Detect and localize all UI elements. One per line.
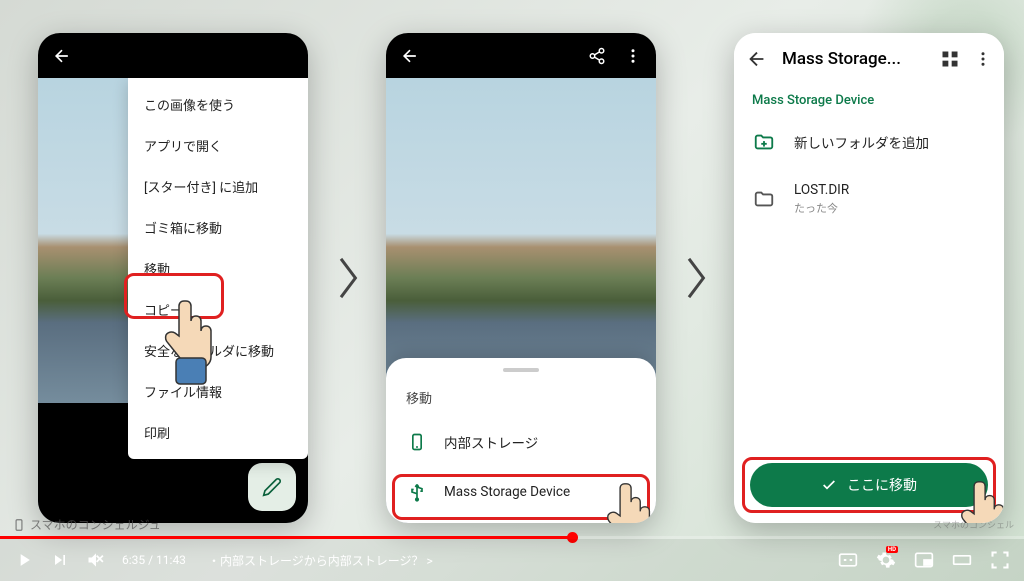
more-icon[interactable] [624, 47, 642, 65]
phone3-title: Mass Storage... [782, 49, 926, 69]
back-icon[interactable] [400, 46, 420, 66]
settings-icon[interactable]: HD [876, 550, 896, 570]
watermark: スマホのコンシェルジュ [12, 516, 161, 533]
folder-name: LOST.DIR [794, 182, 849, 198]
phone1-body: この画像を使う アプリで開く [スター付き] に追加 ゴミ箱に移動 移動 コピー… [38, 78, 308, 523]
more-icon[interactable] [974, 50, 992, 68]
new-folder-row[interactable]: 新しいフォルダを追加 [734, 116, 1004, 168]
edit-fab[interactable] [248, 463, 296, 511]
menu-copy[interactable]: コピー [128, 289, 308, 330]
chapter-title[interactable]: ・内部ストレージから内部ストレージ？ > [208, 552, 433, 569]
menu-open-with[interactable]: アプリで開く [128, 125, 308, 166]
phone-1: この画像を使う アプリで開く [スター付き] に追加 ゴミ箱に移動 移動 コピー… [38, 33, 308, 523]
bottom-sheet: 移動 内部ストレージ Mass Storage Device [386, 358, 656, 523]
sheet-mass-label: Mass Storage Device [444, 484, 570, 500]
grid-view-icon[interactable] [940, 49, 960, 69]
folder-row[interactable]: LOST.DIR たった今 [734, 168, 1004, 230]
menu-add-star[interactable]: [スター付き] に追加 [128, 166, 308, 207]
move-button-label: ここに移動 [847, 475, 917, 495]
add-folder-icon [752, 130, 776, 154]
captions-icon[interactable] [838, 550, 858, 570]
chevron-right-icon [675, 258, 715, 298]
menu-safe-move[interactable]: 安全なフォルダに移動 [128, 330, 308, 371]
back-icon[interactable] [52, 46, 72, 66]
hd-badge: HD [886, 546, 898, 553]
phone3-header: Mass Storage... [734, 33, 1004, 85]
phone2-body: 移動 内部ストレージ Mass Storage Device [386, 78, 656, 523]
sheet-internal-storage[interactable]: 内部ストレージ [386, 417, 656, 467]
check-icon [821, 477, 837, 493]
video-controls: 6:35 / 11:43 ・内部ストレージから内部ストレージ？ > HD [0, 539, 1024, 581]
usb-icon [406, 481, 428, 503]
new-folder-label: 新しいフォルダを追加 [794, 132, 929, 152]
branding-right: スマホのコンシェル [933, 518, 1014, 531]
menu-move[interactable]: 移動 [128, 248, 308, 289]
folder-time: たった今 [794, 200, 849, 216]
volume-muted-icon[interactable] [86, 550, 106, 570]
phone1-header [38, 33, 308, 78]
phone-storage-icon [406, 431, 428, 453]
back-icon[interactable] [746, 48, 768, 70]
sheet-internal-label: 内部ストレージ [444, 432, 538, 452]
next-icon[interactable] [50, 550, 70, 570]
chevron-right-icon [327, 258, 367, 298]
phone3-body: Mass Storage Device 新しいフォルダを追加 LOST.DIR … [734, 85, 1004, 523]
sheet-handle[interactable] [503, 368, 539, 372]
sheet-title: 移動 [386, 384, 656, 417]
context-menu: この画像を使う アプリで開く [スター付き] に追加 ゴミ箱に移動 移動 コピー… [128, 78, 308, 459]
menu-use-image[interactable]: この画像を使う [128, 84, 308, 125]
fullscreen-icon[interactable] [990, 550, 1010, 570]
sheet-mass-storage[interactable]: Mass Storage Device [386, 467, 656, 517]
miniplayer-icon[interactable] [914, 550, 934, 570]
menu-file-info[interactable]: ファイル情報 [128, 371, 308, 412]
folder-icon [752, 187, 776, 211]
phone2-header [386, 33, 656, 78]
phone3-subtitle: Mass Storage Device [734, 85, 1004, 116]
menu-to-trash[interactable]: ゴミ箱に移動 [128, 207, 308, 248]
play-icon[interactable] [14, 550, 34, 570]
menu-print[interactable]: 印刷 [128, 412, 308, 453]
share-icon[interactable] [588, 47, 606, 65]
time-display: 6:35 / 11:43 [122, 553, 186, 567]
theater-icon[interactable] [952, 550, 972, 570]
watermark-text: スマホのコンシェルジュ [30, 516, 161, 533]
main-content: この画像を使う アプリで開く [スター付き] に追加 ゴミ箱に移動 移動 コピー… [38, 35, 1004, 521]
phone-2: 移動 内部ストレージ Mass Storage Device [386, 33, 656, 523]
move-here-button[interactable]: ここに移動 [750, 463, 988, 507]
phone-3: Mass Storage... Mass Storage Device 新しいフ… [734, 33, 1004, 523]
